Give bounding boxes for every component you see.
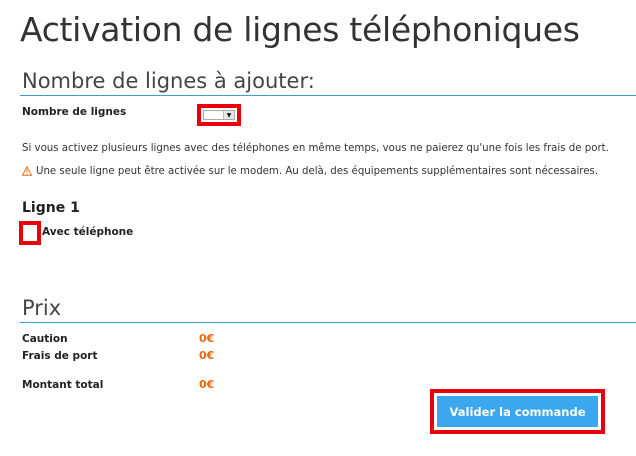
section-title-lines: Nombre de lignes à ajouter:: [22, 69, 315, 93]
price-label-caution: Caution: [22, 333, 68, 345]
price-value-caution: 0€: [199, 332, 215, 345]
line-count-label: Nombre de lignes: [22, 106, 127, 118]
page: Activation de lignes téléphoniques Nombr…: [0, 0, 636, 456]
info-text: Si vous activez plusieurs lignes avec de…: [22, 143, 609, 154]
with-phone-label[interactable]: Avec téléphone: [42, 226, 133, 238]
submit-button-highlight: Valider la commande: [430, 389, 605, 434]
page-title: Activation de lignes téléphoniques: [20, 10, 580, 49]
section-divider: [20, 322, 636, 323]
warning-text: Une seule ligne peut être activée sur le…: [36, 166, 599, 177]
price-value-shipping: 0€: [199, 349, 215, 362]
section-divider: [20, 95, 636, 96]
price-label-shipping: Frais de port: [22, 350, 98, 362]
line-count-select[interactable]: ▼: [197, 104, 241, 126]
submit-order-button[interactable]: Valider la commande: [437, 396, 598, 427]
warning-triangle-icon: [22, 166, 32, 176]
chevron-down-icon[interactable]: ▼: [223, 111, 234, 119]
line-1-heading: Ligne 1: [22, 200, 80, 216]
line-count-select-field[interactable]: ▼: [203, 110, 235, 120]
price-label-total: Montant total: [22, 379, 104, 391]
section-title-price: Prix: [22, 296, 62, 320]
price-value-total: 0€: [199, 378, 215, 391]
with-phone-checkbox[interactable]: [19, 221, 41, 245]
